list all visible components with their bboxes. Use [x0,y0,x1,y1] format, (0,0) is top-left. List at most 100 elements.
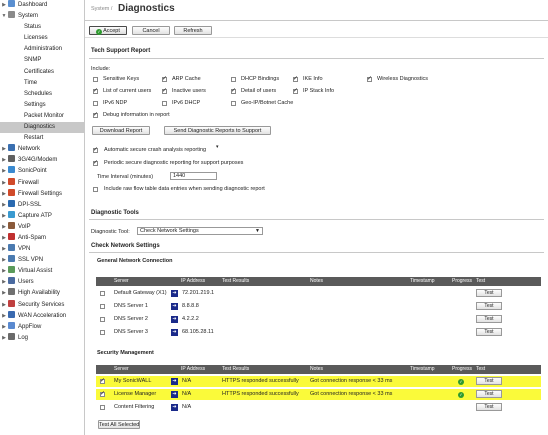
cancel-button[interactable]: Cancel [132,26,170,35]
chevron-right-icon[interactable]: ▶ [1,288,7,299]
sidebar-item-status[interactable]: Status [0,22,84,33]
sidebar-item-firewall-settings[interactable]: ▶ Firewall Settings [0,188,84,200]
sidebar-item-packet-monitor[interactable]: Packet Monitor [0,111,84,122]
sidebar-item-dpi-ssl[interactable]: ▶ DPI-SSL [0,199,84,211]
option-checkbox[interactable] [93,77,98,82]
time-interval-input[interactable]: 1440 [170,172,217,180]
sidebar-item-system[interactable]: ▼ System [0,11,84,22]
sidebar-item-schedules[interactable]: Schedules [0,89,84,100]
sidebar-item-voip[interactable]: ▶ VoIP [0,221,84,233]
send-reports-button[interactable]: Send Diagnostic Reports to Support [164,126,271,135]
chevron-right-icon[interactable]: ▶ [1,277,7,288]
chevron-right-icon[interactable]: ▶ [1,322,7,333]
chevron-right-icon[interactable]: ▶ [1,0,7,11]
auto-crash-checkbox[interactable] [93,146,98,153]
chevron-right-icon[interactable]: ▶ [1,300,7,311]
download-report-button[interactable]: Download Report [92,126,150,135]
sidebar-item-settings[interactable]: Settings [0,100,84,111]
option-checkbox[interactable] [93,87,98,94]
option-checkbox[interactable] [367,75,372,82]
sidebar-item-vpn[interactable]: ▶ VPN [0,244,84,255]
chevron-right-icon[interactable]: ▶ [1,178,7,189]
sidebar-item-log[interactable]: ▶ Log [0,332,84,344]
accept-button[interactable]: ✓ Accept [89,26,127,35]
chevron-right-icon[interactable]: ▶ [1,266,7,277]
row-checkbox[interactable] [100,317,105,322]
option-checkbox[interactable] [231,77,236,82]
option-checkbox[interactable] [231,87,236,94]
test-button[interactable]: Test [476,403,502,411]
option-checkbox[interactable] [162,75,167,82]
option-checkbox[interactable] [293,87,298,94]
option-checkbox[interactable] [93,111,98,118]
option-checkbox[interactable] [231,101,236,106]
chevron-down-icon[interactable]: ▼ [1,11,7,22]
sidebar-item-anti-spam[interactable]: ▶ Anti-Spam [0,232,84,244]
sidebar-item-label: AppFlow [18,323,42,330]
chevron-right-icon[interactable]: ▶ [1,155,7,166]
arrow-right-icon[interactable]: ➜ [171,329,178,336]
sidebar-item-administration[interactable]: Administration [0,44,84,55]
arrow-right-icon[interactable]: ➜ [171,378,178,385]
arrow-right-icon[interactable]: ➜ [171,391,178,398]
chevron-right-icon[interactable]: ▶ [1,233,7,244]
sidebar-item-ssl-vpn[interactable]: ▶ SSL VPN [0,255,84,266]
periodic-checkbox[interactable] [93,159,98,166]
sidebar-item-diagnostics[interactable]: Diagnostics [0,122,84,134]
chevron-right-icon[interactable]: ▶ [1,211,7,222]
sidebar-item-security-services[interactable]: ▶ Security Services [0,299,84,311]
sidebar-item-appflow[interactable]: ▶ AppFlow [0,321,84,333]
row-checkbox[interactable] [100,330,105,335]
option-checkbox[interactable] [162,101,167,106]
chevron-right-icon[interactable]: ▶ [1,244,7,255]
test-button[interactable]: Test [476,302,502,310]
test-button[interactable]: Test [476,328,502,336]
chevron-right-icon[interactable]: ▶ [1,189,7,200]
chevron-right-icon[interactable]: ▶ [1,166,7,177]
sidebar-item-3g-4g-modem[interactable]: ▶ 3G/4G/Modem [0,155,84,166]
diag-tool-select[interactable]: Check Network Settings ▼ [137,227,263,235]
arrow-right-icon[interactable]: ➜ [171,404,178,411]
sidebar-item-time[interactable]: Time [0,78,84,89]
test-all-selected-button[interactable]: Test All Selected [98,420,140,429]
row-checkbox[interactable] [100,377,105,384]
row-checkbox[interactable] [100,304,105,309]
server-name: DNS Server 3 [114,329,148,335]
sidebar-item-virtual-assist[interactable]: ▶ Virtual Assist [0,266,84,277]
option-checkbox[interactable] [93,101,98,106]
sidebar-item-high-availability[interactable]: ▶ High Availability [0,288,84,299]
test-button[interactable]: Test [476,390,502,398]
sidebar-item-sonicpoint[interactable]: ▶ SonicPoint [0,166,84,177]
sidebar-item-dashboard[interactable]: ▶ Dashboard [0,0,84,11]
row-checkbox[interactable] [100,405,105,410]
test-button[interactable]: Test [476,289,502,297]
sidebar-item-certificates[interactable]: Certificates [0,67,84,78]
arrow-right-icon[interactable]: ➜ [171,303,178,310]
sidebar-item-licenses[interactable]: Licenses [0,33,84,44]
chevron-right-icon[interactable]: ▶ [1,222,7,233]
row-checkbox[interactable] [100,390,105,397]
chevron-right-icon[interactable]: ▶ [1,311,7,322]
sidebar-item-snmp[interactable]: SNMP [0,55,84,66]
sidebar-item-network[interactable]: ▶ Network [0,144,84,155]
test-button[interactable]: Test [476,377,502,385]
arrow-right-icon[interactable]: ➜ [171,290,178,297]
option-checkbox[interactable] [162,87,167,94]
option-checkbox[interactable] [293,75,298,82]
raw-flow-checkbox[interactable] [93,187,98,192]
row-checkbox[interactable] [100,291,105,296]
chevron-right-icon[interactable]: ▶ [1,144,7,155]
arrow-right-icon[interactable]: ➜ [171,316,178,323]
breadcrumb[interactable]: System / [91,6,112,12]
info-icon[interactable]: ▾ [216,144,219,150]
test-button[interactable]: Test [476,315,502,323]
sidebar-item-firewall[interactable]: ▶ Firewall [0,177,84,189]
chevron-right-icon[interactable]: ▶ [1,200,7,211]
chevron-right-icon[interactable]: ▶ [1,255,7,266]
sidebar-item-users[interactable]: ▶ Users [0,277,84,288]
sidebar-item-wan-acceleration[interactable]: ▶ WAN Acceleration [0,310,84,322]
refresh-button[interactable]: Refresh [174,26,212,35]
sidebar-item-capture-atp[interactable]: ▶ Capture ATP [0,210,84,222]
chevron-right-icon[interactable]: ▶ [1,333,7,344]
sidebar-item-restart[interactable]: Restart [0,133,84,144]
